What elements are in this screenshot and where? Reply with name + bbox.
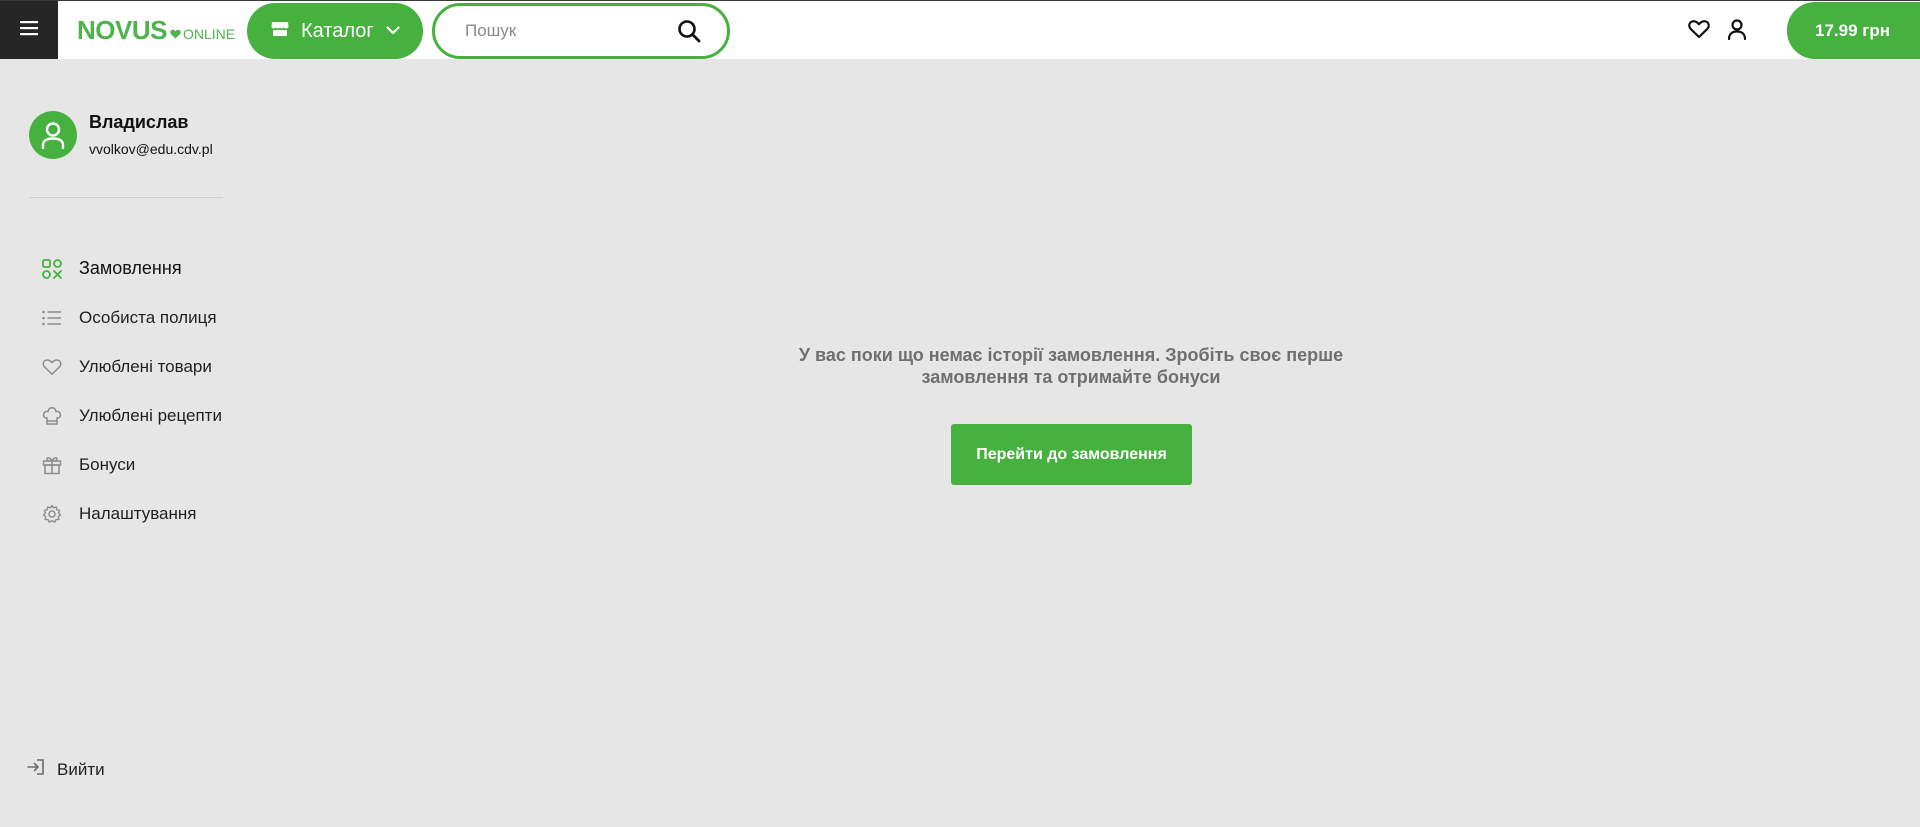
logo-heart-icon xyxy=(170,26,181,44)
logout-button[interactable]: Вийти xyxy=(27,758,105,781)
user-icon[interactable] xyxy=(1727,19,1747,45)
search-input[interactable] xyxy=(465,21,665,41)
avatar xyxy=(29,111,77,159)
gift-icon xyxy=(41,454,63,476)
sidebar-nav: Замовлення Особиста полиця Улюблені това… xyxy=(41,244,231,538)
sidebar-divider xyxy=(29,197,223,198)
logout-label: Вийти xyxy=(57,759,105,779)
logo-subtext: ONLINE xyxy=(182,26,236,42)
sidebar-item-personal-shelf[interactable]: Особиста полиця xyxy=(41,293,231,342)
menu-icon xyxy=(20,20,38,41)
chef-hat-icon xyxy=(41,405,63,427)
sidebar-item-favorite-products[interactable]: Улюблені товари xyxy=(41,342,231,391)
cart-button[interactable]: 17.99 грн xyxy=(1787,2,1920,59)
profile-email: vvolkov@edu.cdv.pl xyxy=(89,141,213,157)
sidebar-item-label: Замовлення xyxy=(79,258,182,278)
store-icon xyxy=(271,21,289,42)
catalog-button[interactable]: Каталог xyxy=(247,3,423,59)
novus-logo[interactable]: NOVUS ONLINE xyxy=(77,15,235,45)
heart-icon[interactable] xyxy=(1688,19,1710,44)
search-icon[interactable] xyxy=(677,19,701,48)
sidebar-item-bonuses[interactable]: Бонуси xyxy=(41,440,231,489)
sidebar-item-label: Особиста полиця xyxy=(79,307,217,327)
top-header: NOVUS ONLINE Каталог 17.99 грн xyxy=(0,0,1920,59)
cart-total: 17.99 грн xyxy=(1815,20,1890,40)
orders-icon xyxy=(41,258,63,280)
sidebar-item-orders[interactable]: Замовлення xyxy=(41,244,231,293)
catalog-label: Каталог xyxy=(301,19,374,42)
list-icon xyxy=(41,307,63,329)
sidebar-item-label: Бонуси xyxy=(79,454,136,474)
heart-icon xyxy=(41,356,63,378)
sidebar-item-label: Улюблені товари xyxy=(79,356,212,376)
empty-orders-message: У вас поки що немає історії замовлення. … xyxy=(798,345,1344,387)
sidebar-item-label: Улюблені рецепти xyxy=(79,405,222,425)
sidebar-item-favorite-recipes[interactable]: Улюблені рецепти xyxy=(41,391,231,440)
sidebar-item-settings[interactable]: Налаштування xyxy=(41,489,231,538)
sidebar-item-label: Налаштування xyxy=(79,503,197,523)
logo-text: NOVUS xyxy=(77,15,167,45)
profile-name: Владислав xyxy=(89,112,189,132)
gear-icon xyxy=(41,503,63,525)
logout-icon xyxy=(27,758,45,781)
chevron-down-icon xyxy=(386,22,400,40)
search-box xyxy=(432,3,730,59)
menu-button[interactable] xyxy=(0,1,58,59)
go-to-order-button[interactable]: Перейти до замовлення xyxy=(951,424,1192,485)
